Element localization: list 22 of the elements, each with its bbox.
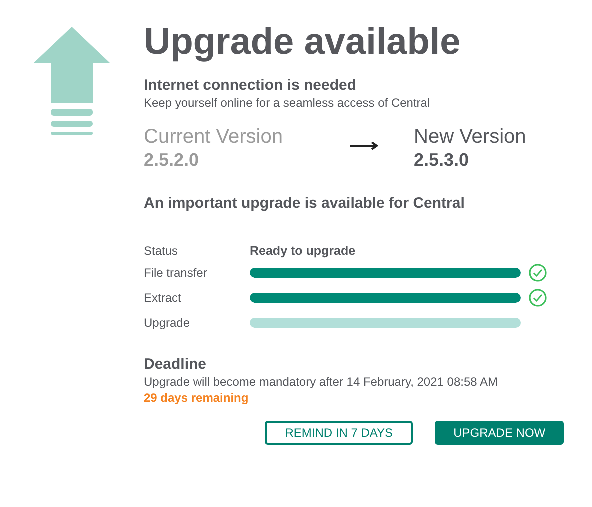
check-circle-icon bbox=[529, 264, 547, 282]
status-label: Status bbox=[144, 243, 180, 260]
step-label: File transfer bbox=[144, 265, 208, 282]
step-label: Upgrade bbox=[144, 315, 192, 332]
connection-note: Keep yourself online for a seamless access of Central bbox=[144, 95, 432, 111]
new-version-label: New Version bbox=[414, 125, 526, 149]
current-version-label: Current Version bbox=[144, 125, 284, 149]
right-arrow-icon bbox=[350, 142, 378, 150]
days-remaining: 29 days remaining bbox=[144, 390, 250, 406]
deadline-heading: Deadline bbox=[144, 356, 208, 374]
upgrade-message: An important upgrade is available for Central bbox=[144, 195, 466, 213]
upload-arrow-icon bbox=[33, 27, 111, 137]
check-circle-icon bbox=[529, 289, 547, 308]
current-version: 2.5.2.0 bbox=[144, 149, 200, 171]
deadline-text: Upgrade will become mandatory after 14 February, 2021 08:58 AM bbox=[144, 374, 499, 390]
remind-button[interactable]: REMIND IN 7 DAYS bbox=[265, 420, 414, 445]
step-label: Extract bbox=[144, 290, 182, 308]
connection-heading: Internet connection is needed bbox=[144, 77, 358, 95]
status-value: Ready to upgrade bbox=[250, 243, 356, 260]
new-version: 2.5.3.0 bbox=[414, 149, 470, 171]
dialog-title: Upgrade available bbox=[144, 24, 462, 60]
upgrade-button[interactable]: UPGRADE NOW bbox=[435, 420, 564, 445]
